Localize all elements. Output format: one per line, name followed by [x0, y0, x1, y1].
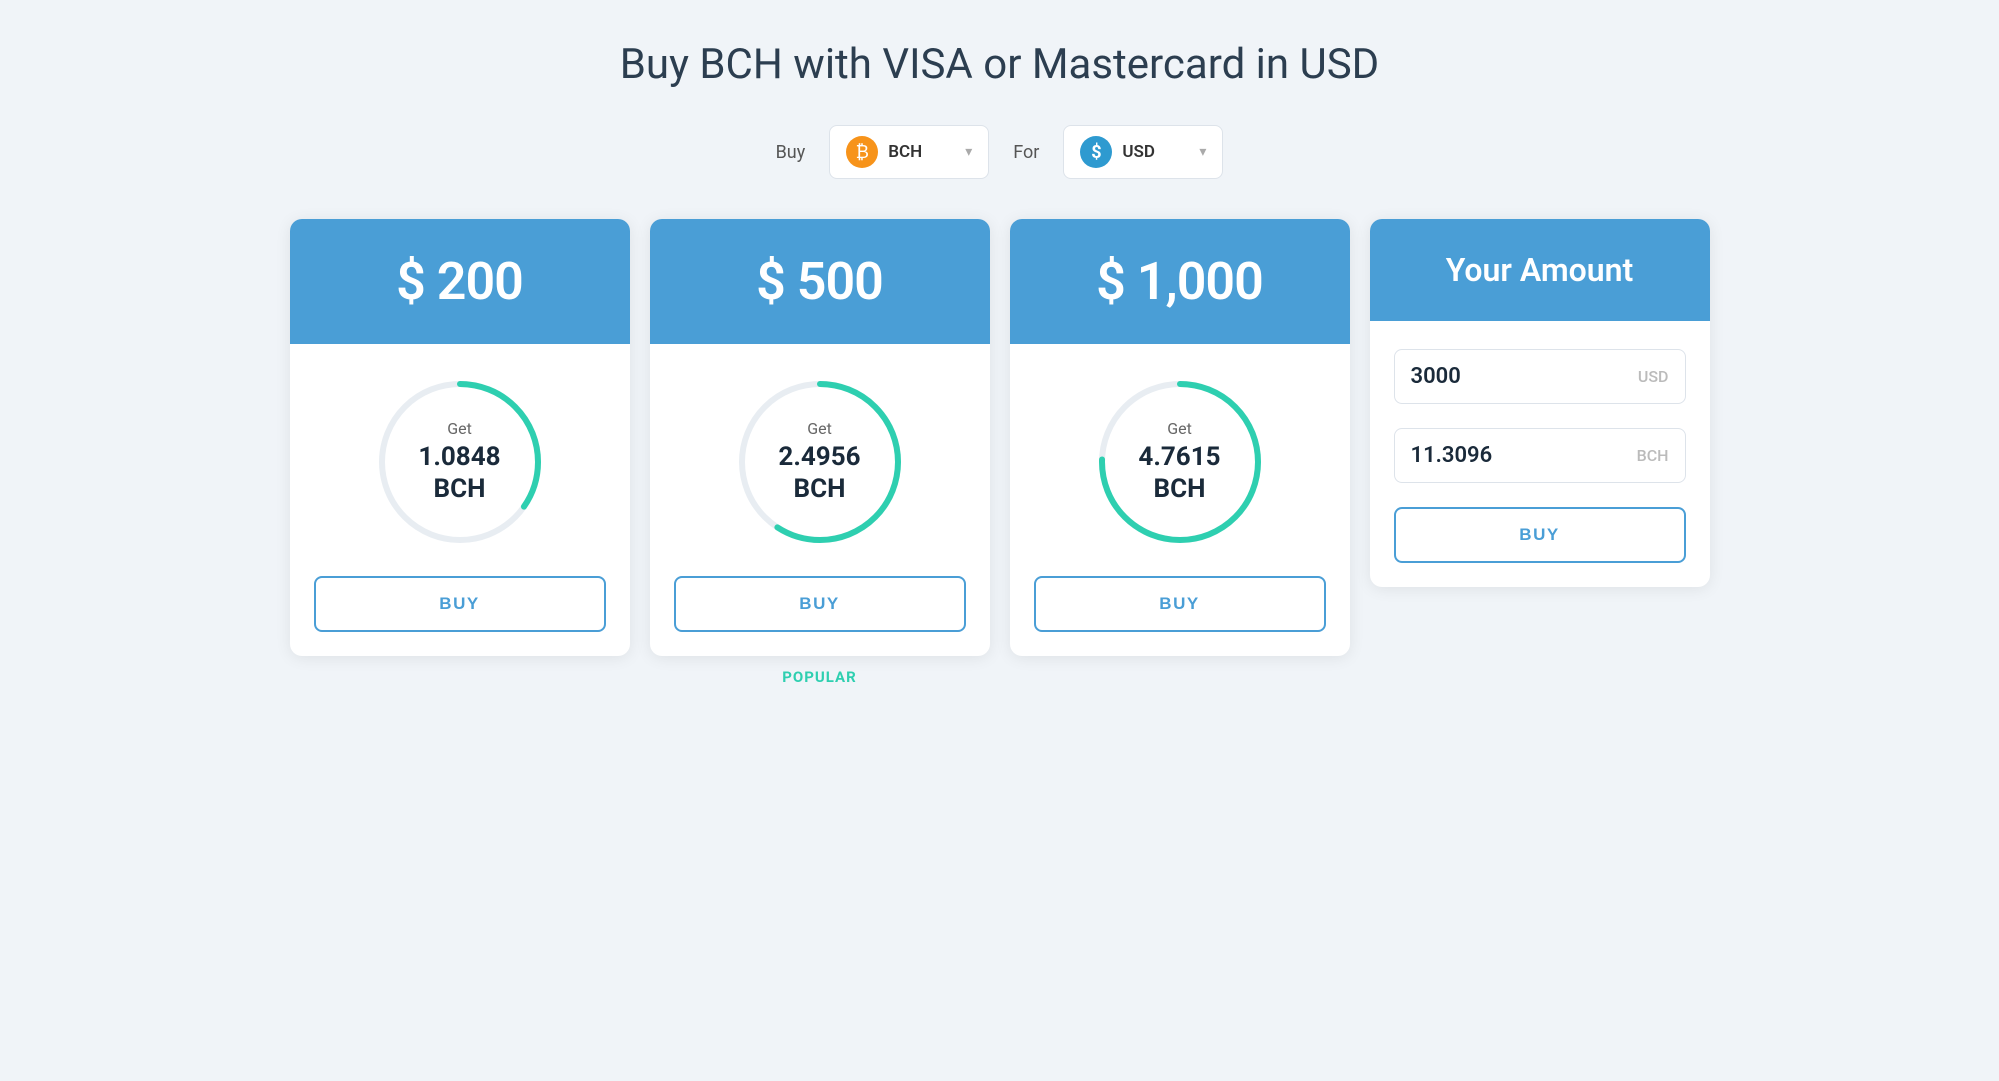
usd-input-value: 3000: [1411, 364, 1638, 389]
your-amount-title: Your Amount: [1390, 251, 1690, 289]
card-500: $ 500 Get 2.4956BCH BUY: [650, 219, 990, 656]
bch-amount-200: 1.0848BCH: [418, 442, 500, 504]
card-1000: $ 1,000 Get 4.7615BCH BUY: [1010, 219, 1350, 656]
buy-button-1000[interactable]: BUY: [1034, 576, 1326, 632]
cards-row: $ 200 Get 1.0848BCH BUY: [290, 219, 1710, 686]
card-200-body: Get 1.0848BCH BUY: [290, 344, 630, 656]
bch-amount-500: 2.4956BCH: [778, 442, 860, 504]
card-1000-amount: $ 1,000: [1030, 251, 1330, 312]
buy-button-custom[interactable]: BUY: [1394, 507, 1686, 563]
card-200-wrapper: $ 200 Get 1.0848BCH BUY: [290, 219, 630, 656]
for-coin-dropdown[interactable]: $ USD ▾: [1063, 125, 1223, 179]
buy-button-500[interactable]: BUY: [674, 576, 966, 632]
get-label-500: Get: [807, 419, 832, 438]
buy-coin-dropdown[interactable]: ₿ BCH ▾: [829, 125, 989, 179]
custom-card-header: Your Amount: [1370, 219, 1710, 321]
custom-card-wrapper: Your Amount 3000 USD 11.3096 BCH BUY: [1370, 219, 1710, 587]
for-coin-name: USD: [1122, 142, 1155, 162]
card-500-amount: $ 500: [670, 251, 970, 312]
card-1000-circle: Get 4.7615BCH: [1090, 372, 1270, 552]
bch-input-value: 11.3096: [1411, 443, 1637, 468]
buy-label: Buy: [776, 142, 806, 163]
page-title: Buy BCH with VISA or Mastercard in USD: [620, 40, 1379, 89]
usd-coin-icon: $: [1080, 136, 1112, 168]
bch-input-currency: BCH: [1637, 446, 1669, 465]
card-200-header: $ 200: [290, 219, 630, 344]
custom-card-body: 3000 USD 11.3096 BCH BUY: [1370, 321, 1710, 587]
chevron-down-icon-2: ▾: [1199, 144, 1206, 160]
bch-coin-icon: ₿: [846, 136, 878, 168]
selector-row: Buy ₿ BCH ▾ For $ USD ▾: [776, 125, 1224, 179]
buy-coin-name: BCH: [888, 142, 922, 162]
chevron-down-icon: ▾: [965, 144, 972, 160]
card-1000-body: Get 4.7615BCH BUY: [1010, 344, 1350, 656]
card-500-circle: Get 2.4956BCH: [730, 372, 910, 552]
card-1000-header: $ 1,000: [1010, 219, 1350, 344]
get-label-200: Get: [447, 419, 472, 438]
usd-input-group[interactable]: 3000 USD: [1394, 349, 1686, 404]
get-label-1000: Get: [1167, 419, 1192, 438]
buy-button-200[interactable]: BUY: [314, 576, 606, 632]
custom-card: Your Amount 3000 USD 11.3096 BCH BUY: [1370, 219, 1710, 587]
card-200-circle: Get 1.0848BCH: [370, 372, 550, 552]
card-200-amount: $ 200: [310, 251, 610, 312]
card-500-body: Get 2.4956BCH BUY: [650, 344, 990, 656]
card-1000-wrapper: $ 1,000 Get 4.7615BCH BUY: [1010, 219, 1350, 656]
card-200: $ 200 Get 1.0848BCH BUY: [290, 219, 630, 656]
bch-input-group[interactable]: 11.3096 BCH: [1394, 428, 1686, 483]
for-label: For: [1013, 142, 1039, 163]
bch-amount-1000: 4.7615BCH: [1138, 442, 1220, 504]
usd-input-currency: USD: [1638, 367, 1669, 386]
popular-badge: POPULAR: [650, 656, 990, 686]
card-500-wrapper: $ 500 Get 2.4956BCH BUY POPULAR: [650, 219, 990, 686]
card-500-header: $ 500: [650, 219, 990, 344]
